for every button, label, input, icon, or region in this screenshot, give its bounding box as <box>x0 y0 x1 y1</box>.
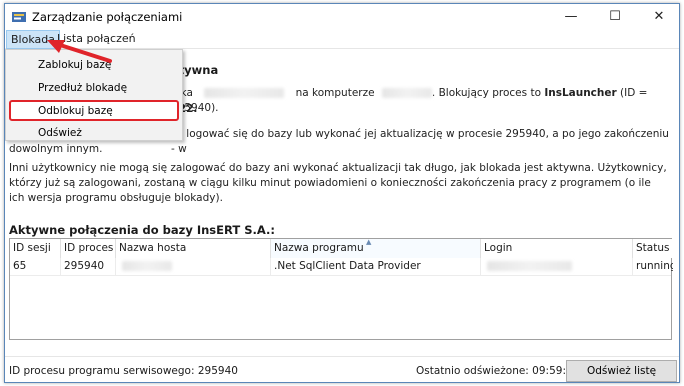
lock-info-computer-label: na komputerze <box>295 87 375 99</box>
lock-info-time: i:22. <box>171 103 198 115</box>
menu-item-odswiez[interactable]: Odśwież <box>38 123 82 143</box>
redacted-user <box>204 88 285 98</box>
lock-info-paragraph2: Inni użytkownicy nie mogą się zalogować … <box>9 162 667 204</box>
cell-login <box>481 258 633 276</box>
col-header-session[interactable]: ID sesji <box>10 239 61 258</box>
service-process-id: ID procesu programu serwisowego: 295940 <box>9 365 238 377</box>
grid-header: ID sesji ID proces Nazwa hosta Nazwa pro… <box>10 238 673 258</box>
maximize-button[interactable]: ☐ <box>593 4 637 29</box>
app-icon <box>12 11 26 23</box>
cell-host <box>116 258 271 276</box>
sort-ascending-icon: ▲ <box>366 238 372 246</box>
col-header-status[interactable]: Status <box>633 239 673 258</box>
close-button[interactable]: ✕ <box>637 4 679 29</box>
cell-session-id: 65 <box>10 258 61 276</box>
col-header-login[interactable]: Login <box>481 239 633 258</box>
red-arrow-icon <box>47 40 112 63</box>
cell-process-id: 295940 <box>61 258 116 276</box>
cell-program: .Net SqlClient Data Provider <box>271 258 481 276</box>
lock-info-line3b: dowolnym innym. <box>9 143 103 155</box>
connections-grid[interactable]: ID sesji ID proces Nazwa hosta Nazwa pro… <box>9 238 673 340</box>
redacted-host <box>122 261 172 271</box>
app-window: Zarządzanie połączeniami — ☐ ✕ Blokada L… <box>4 3 680 383</box>
last-refresh-time: Ostatnio odświeżone: 09:59:23 <box>416 365 580 377</box>
connections-title: Aktywne połączenia do bazy InsERT S.A.: <box>9 223 275 237</box>
lock-info-process-label: . Blokujący proces to <box>431 87 545 99</box>
redacted-login <box>487 261 572 271</box>
window-title: Zarządzanie połączeniami <box>32 10 183 24</box>
col-header-host[interactable]: Nazwa hosta <box>116 239 271 258</box>
title-bar: Zarządzanie połączeniami — ☐ ✕ <box>5 4 679 29</box>
col-header-program[interactable]: Nazwa programu <box>271 239 481 258</box>
status-bar: ID procesu programu serwisowego: 295940 … <box>5 356 679 382</box>
redacted-computer <box>381 88 432 98</box>
lock-process-name: InsLauncher <box>544 87 617 99</box>
menu-item-przedluz[interactable]: Przedłuż blokadę <box>38 78 127 98</box>
minimize-button[interactable]: — <box>549 4 593 29</box>
cell-status: running <box>636 260 673 272</box>
table-row[interactable]: 65 295940 .Net SqlClient Data Provider r… <box>10 258 673 276</box>
refresh-connections-button[interactable]: Odśwież listę połączeń <box>566 360 677 382</box>
col-header-process[interactable]: ID proces <box>61 239 116 258</box>
menu-item-odblokuj[interactable]: Odblokuj bazę <box>38 101 113 121</box>
